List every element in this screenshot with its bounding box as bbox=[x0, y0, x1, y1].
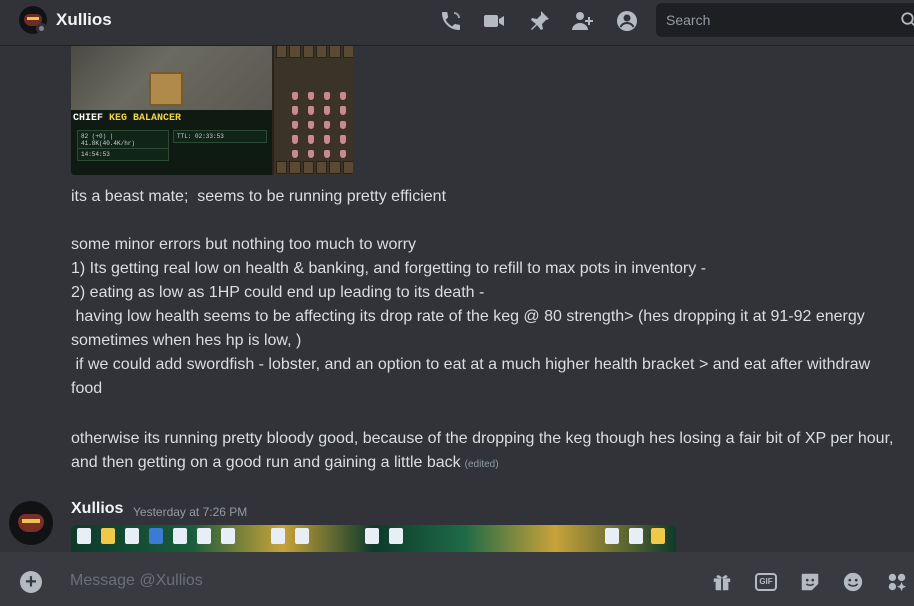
message-line: its a beast mate; seems to be running pr… bbox=[71, 188, 447, 205]
emoji-icon[interactable] bbox=[842, 571, 864, 593]
message-list[interactable]: CHIEF KEG BALANCER 82 (+0) | 41.8K(40.4K… bbox=[0, 46, 914, 552]
message-author[interactable]: Xullios bbox=[71, 500, 123, 518]
message-input[interactable] bbox=[60, 564, 680, 598]
overlay-xp-row: 82 (+0) | 41.8K(40.4K/hr) bbox=[77, 130, 169, 150]
video-call-icon[interactable] bbox=[482, 9, 506, 33]
voice-call-icon[interactable] bbox=[439, 9, 463, 33]
game-inventory-panel bbox=[272, 46, 353, 175]
author-avatar[interactable] bbox=[9, 501, 53, 545]
pinned-messages-icon[interactable] bbox=[527, 9, 551, 33]
sticker-icon[interactable] bbox=[799, 571, 821, 593]
message-timestamp: Yesterday at 7:26 PM bbox=[133, 505, 248, 519]
gif-picker-button[interactable]: GIF bbox=[755, 573, 777, 591]
image-attachment-desktop-screenshot[interactable] bbox=[71, 525, 676, 552]
add-friends-to-dm-icon[interactable] bbox=[571, 9, 595, 33]
message-paragraph: otherwise its running pretty bloody good… bbox=[71, 430, 898, 471]
search-box[interactable] bbox=[656, 3, 914, 37]
user-profile-icon[interactable] bbox=[615, 9, 639, 33]
search-input[interactable] bbox=[656, 3, 896, 37]
status-indicator bbox=[36, 23, 47, 34]
overlay-time-row: 14:54:53 bbox=[77, 148, 169, 161]
message-paragraph: some minor errors but nothing too much t… bbox=[71, 236, 871, 397]
apps-icon[interactable] bbox=[886, 571, 908, 593]
image-attachment-game-screenshot[interactable]: CHIEF KEG BALANCER 82 (+0) | 41.8K(40.4K… bbox=[71, 46, 353, 175]
search-icon[interactable] bbox=[900, 11, 914, 29]
overlay-ttl-row: TTL: 02:33:53 bbox=[173, 130, 267, 143]
gift-icon[interactable] bbox=[711, 571, 733, 593]
channel-header: Xullios bbox=[0, 0, 914, 46]
script-overlay-panel: CHIEF KEG BALANCER 82 (+0) | 41.8K(40.4K… bbox=[71, 110, 272, 175]
edited-label: (edited) bbox=[464, 459, 499, 470]
upload-plus-button[interactable]: + bbox=[20, 571, 42, 593]
overlay-title: CHIEF KEG BALANCER bbox=[73, 113, 182, 124]
message-composer: + GIF bbox=[0, 552, 914, 606]
channel-title[interactable]: Xullios bbox=[56, 10, 112, 30]
game-scene bbox=[71, 46, 272, 110]
